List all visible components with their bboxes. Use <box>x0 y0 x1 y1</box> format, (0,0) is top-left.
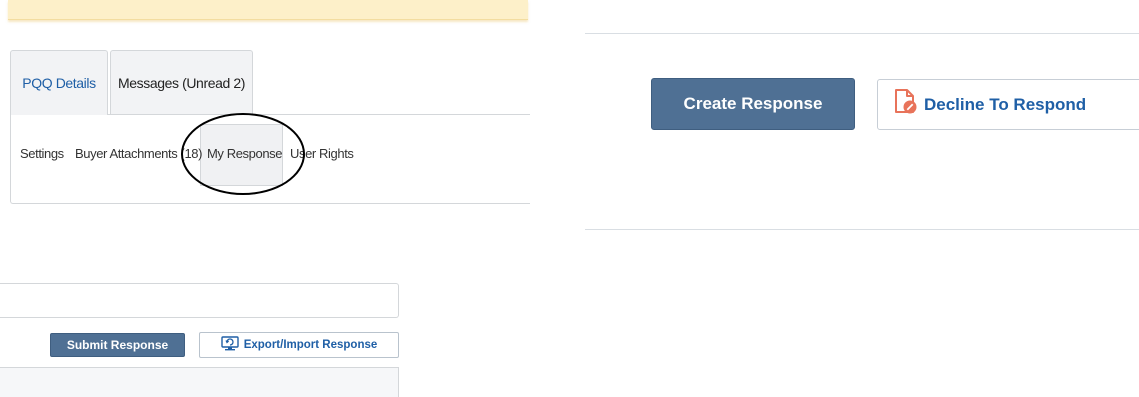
response-content-panel <box>0 367 399 397</box>
export-import-response-label: Export/Import Response <box>243 339 378 351</box>
decline-to-respond-label: Decline To Respond <box>924 94 1087 114</box>
tab-pqq-details-label: PQQ Details <box>22 75 96 91</box>
subnav-item-buyer-attachments[interactable]: Buyer Attachments (18) <box>75 146 202 161</box>
submit-response-label: Submit Response <box>66 338 169 352</box>
subnav-item-user-rights[interactable]: User Rights <box>290 146 354 161</box>
divider-top <box>585 33 1139 34</box>
subnav-item-settings[interactable]: Settings <box>20 146 64 161</box>
decline-to-respond-button[interactable]: Decline To Respond <box>877 79 1139 130</box>
monitor-refresh-icon <box>221 336 239 354</box>
create-response-label: Create Response <box>683 94 823 113</box>
submit-response-button[interactable]: Submit Response <box>50 333 185 357</box>
subnav-item-my-response[interactable]: My Response <box>207 146 282 161</box>
response-input-box[interactable] <box>0 283 399 318</box>
tab-pqq-details[interactable]: PQQ Details <box>10 50 108 115</box>
alert-banner <box>8 0 528 20</box>
divider-bottom <box>585 229 1139 230</box>
create-response-button[interactable]: Create Response <box>651 78 855 130</box>
tab-messages[interactable]: Messages (Unread 2) <box>110 50 253 115</box>
export-import-response-button[interactable]: Export/Import Response <box>199 332 399 358</box>
document-decline-icon <box>894 89 918 120</box>
tab-messages-label: Messages (Unread 2) <box>117 75 245 91</box>
